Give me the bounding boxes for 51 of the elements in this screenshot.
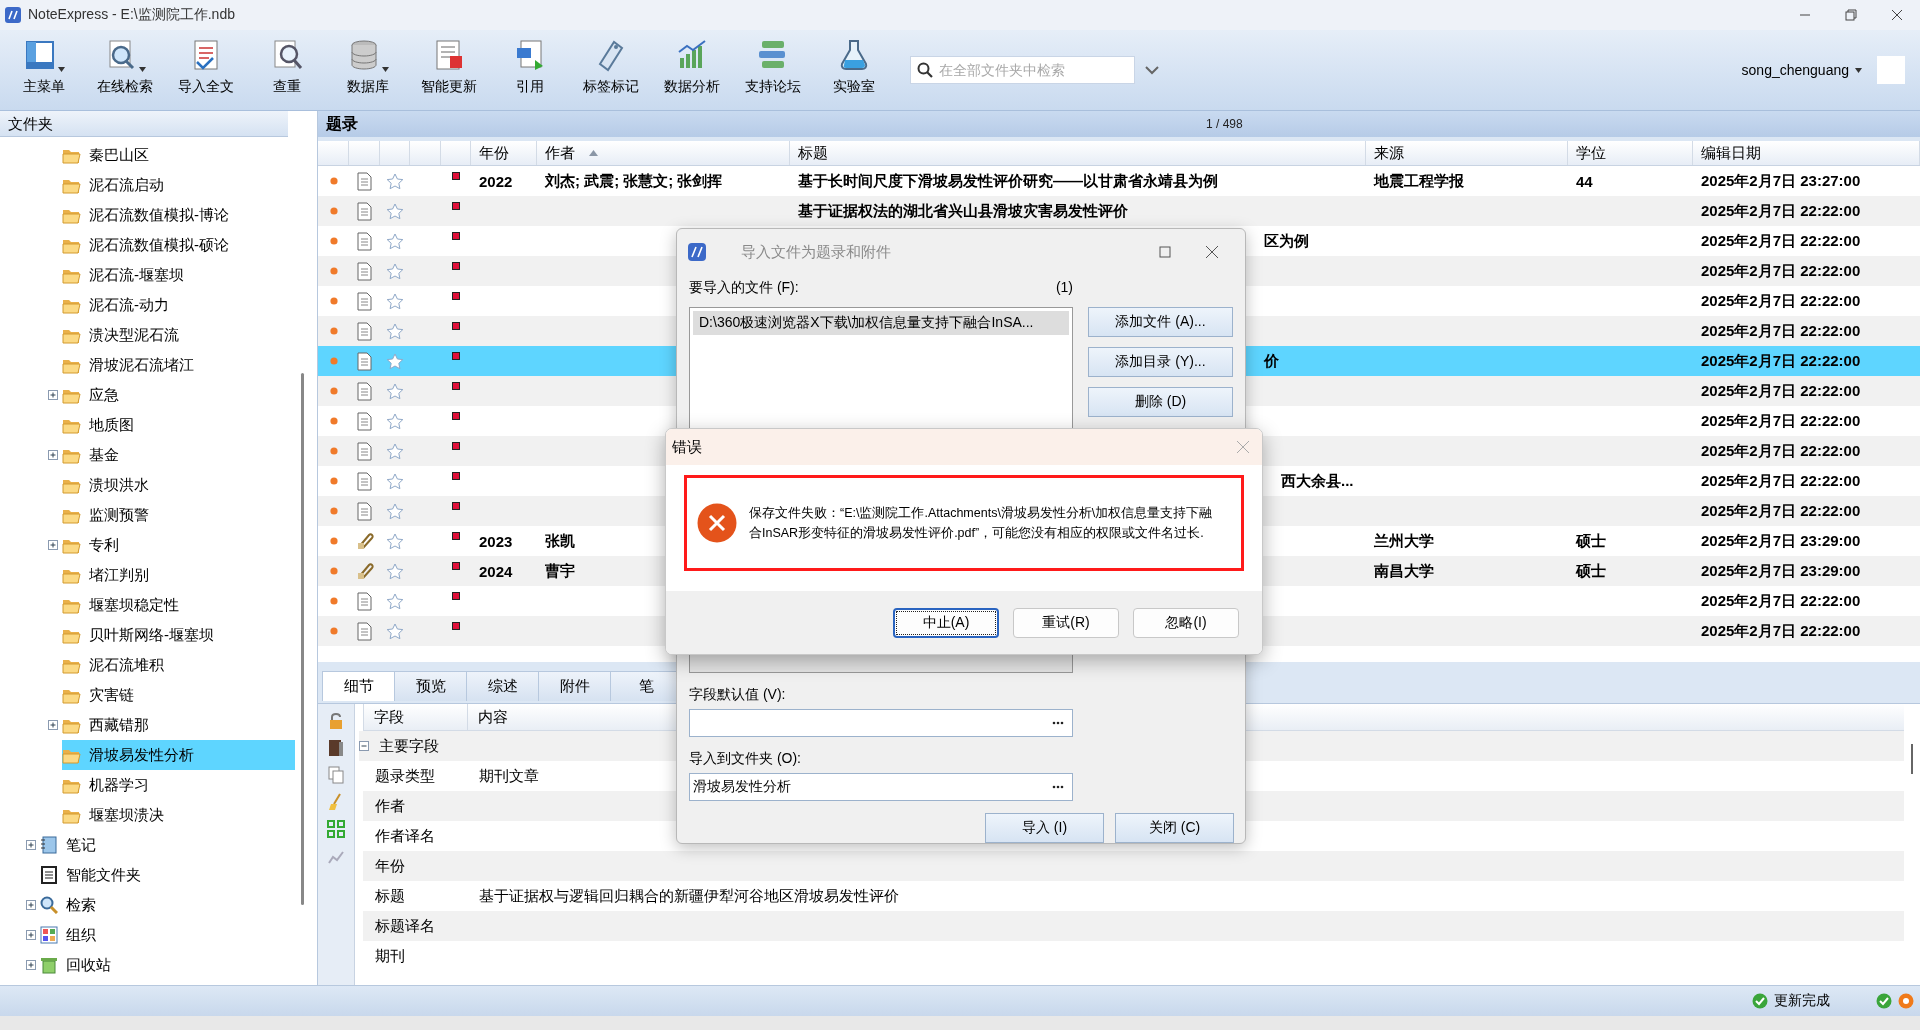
window-title: NoteExpress - E:\监测院工作.ndb [28,6,236,24]
table-cell-text: 基于长时间尺度下滑坡易发性评价研究——以甘肃省永靖县为例 [797,171,1218,191]
table-cell-text: 2025年2月7日 23:27:00 [1700,171,1861,191]
field-label: 期刊 [374,946,406,966]
table-cell-text: 2025年2月7日 22:22:00 [1700,231,1861,251]
table-cell-text: 硕士 [1574,561,1606,581]
field-label: 字段默认值 (V): [689,685,787,704]
table-cell-text: 2022 [478,172,513,190]
field-label: 标题 [374,886,406,906]
table-cell-text: 2025年2月7日 22:22:00 [1700,501,1861,521]
table-cell-text: 2025年2月7日 22:22:00 [1700,441,1861,461]
panel-header: 文件夹 [0,111,288,137]
table-cell-text: 区为例 [1263,231,1309,251]
table-cell-text: 2025年2月7日 22:22:00 [1700,261,1861,281]
table-cell-text: 曹宇 [544,561,575,581]
table-cell-text: 西大余县... [1280,471,1354,491]
table-cell-text: 2025年2月7日 22:22:00 [1700,411,1861,431]
table-cell-text: 2025年2月7日 22:22:00 [1700,591,1861,611]
table-cell-text: 刘杰; 武震; 张慧文; 张剑挥 [544,171,723,191]
status-message: 更新完成 [1774,992,1830,1010]
table-cell-text: 2025年2月7日 22:22:00 [1700,201,1861,221]
panel-header: 题录 [326,113,359,134]
table-cell-text: 2023 [478,532,513,550]
table-cell-text: 南昌大学 [1373,561,1434,581]
field-label: 年份 [374,856,406,876]
field-label: 作者译名 [374,826,436,846]
table-cell-text: 地震工程学报 [1372,171,1464,191]
field-label: 标题译名 [374,916,436,936]
table-cell-text: 44 [1575,172,1593,190]
record-count: 1 / 498 [1206,117,1243,131]
table-cell-text: 2025年2月7日 23:29:00 [1700,561,1861,581]
table-cell-text: 兰州大学 [1373,531,1434,551]
error-message: 保存文件失败：“E:\监测院工作.Attachments\滑坡易发性分析\加权信息量支持下融合InSAR形变特征的滑坡易发性评价.pdf”，可能您没有相应的权限或文件名过长. [749,505,1214,542]
table-cell-text: 基于证据权法的湖北省兴山县滑坡灾害易发性评价 [797,201,1128,221]
table-cell-text: 2025年2月7日 22:22:00 [1700,321,1861,341]
table-cell-text: 2025年2月7日 22:22:00 [1700,621,1861,641]
table-cell-text: 2025年2月7日 22:22:00 [1700,291,1861,311]
table-cell-text: 硕士 [1574,531,1606,551]
dialog-title: 错误 [672,437,702,457]
table-cell-text: 2024 [478,562,513,580]
group-label: 主要字段 [379,736,439,756]
table-cell-text: 2025年2月7日 22:22:00 [1700,351,1861,371]
table-cell-text: 2025年2月7日 23:29:00 [1700,531,1861,551]
field-value: 基于证据权与逻辑回归耦合的新疆伊犁河谷地区滑坡易发性评价 [478,886,900,906]
field-label: 作者 [374,796,406,816]
table-cell-text: 2025年2月7日 22:22:00 [1700,381,1861,401]
field-label: 题录类型 [374,766,436,786]
field-label: 导入到文件夹 (O): [689,749,802,768]
table-cell-text: 张凯 [544,531,575,551]
table-cell-text: 2025年2月7日 22:22:00 [1700,471,1861,491]
table-cell-text: 价 [1263,351,1279,371]
